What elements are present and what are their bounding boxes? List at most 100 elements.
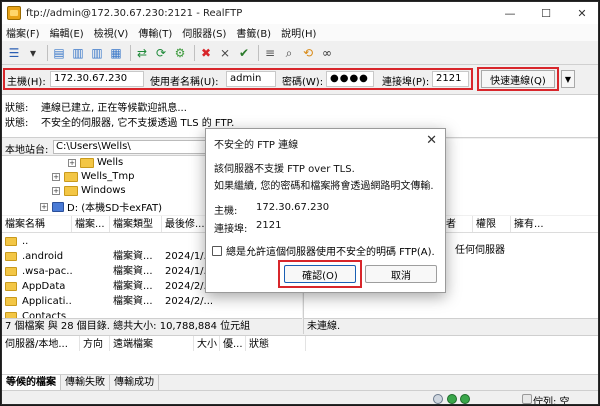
dropdown-arrow-icon[interactable]: ▾ [25, 45, 41, 61]
toolbar-separator [47, 44, 48, 61]
tab-failed-transfers[interactable]: 傳輸失敗 [61, 375, 110, 390]
column-filetype[interactable]: 檔案類型 [110, 216, 162, 232]
queue-column-direction[interactable]: 方向 [80, 336, 110, 351]
port-label: 連接埠(P): [382, 77, 430, 88]
toolbar: ☰ ▾ ▤ ▥ ▥ ▦ ⇄ ⟳ ⚙ ✖ ⨯ ✔ ≡ ⌕ ⟲ ∞ [2, 41, 598, 65]
tree-item-drive-d[interactable]: + D: (本機SD卡exFAT) [40, 199, 162, 214]
file-size [72, 309, 110, 318]
column-owner[interactable]: 擁有... [511, 216, 598, 232]
minimize-button[interactable]: — [492, 2, 528, 24]
expand-icon[interactable]: + [52, 186, 60, 195]
cancel-button[interactable]: 取消 [365, 265, 437, 283]
activity-status-icon [447, 394, 457, 404]
column-permissions[interactable]: 權限 [473, 216, 511, 232]
file-modified: 2024/2/... [165, 296, 214, 307]
queue-column-status[interactable]: 狀態 [246, 336, 306, 351]
file-size [72, 279, 110, 294]
menu-bookmarks[interactable]: 書籤(B) [236, 25, 271, 40]
expand-icon[interactable]: + [40, 202, 48, 211]
queue-status-text: 佇列: 空 [533, 397, 570, 405]
queue-column-server[interactable]: 伺服器/本地... [2, 336, 80, 351]
disconnect-icon[interactable]: ⨯ [217, 45, 233, 61]
tree-item-wells-tmp[interactable]: + Wells_Tmp [52, 171, 134, 182]
queue-column-remote[interactable]: 遠端檔案 [110, 336, 194, 351]
port-input[interactable]: 2121 [432, 71, 469, 87]
tree-item-label: Wells_Tmp [81, 171, 135, 182]
file-type [110, 234, 162, 249]
dialog-title: 不安全的 FTP 連線 [214, 140, 299, 151]
log-key: 狀態: [5, 103, 29, 114]
toggle-remote-tree-icon[interactable]: ▥ [89, 45, 105, 61]
tree-item-label: D: (本機SD卡exFAT) [67, 203, 162, 214]
toolbar-separator [130, 44, 131, 61]
tab-queued-files[interactable]: 等候的檔案 [2, 375, 61, 390]
dialog-port-label: 連接埠: [214, 224, 248, 235]
menu-transfer[interactable]: 傳輸(T) [138, 25, 172, 40]
folder-icon [80, 157, 94, 168]
queue-column-size[interactable]: 大小 [194, 336, 220, 351]
quickconnect-dropdown-icon[interactable]: ▼ [561, 70, 575, 88]
cancel-icon[interactable]: ✖ [198, 45, 214, 61]
toggle-queue-icon[interactable]: ▦ [108, 45, 124, 61]
menu-edit[interactable]: 編輯(E) [50, 25, 84, 40]
queue-list [2, 351, 598, 374]
quickconnect-button[interactable]: 快速連線(Q) [481, 70, 555, 88]
always-allow-checkbox[interactable] [212, 245, 222, 256]
column-filesize[interactable]: 檔案... [72, 216, 110, 232]
host-input[interactable]: 172.30.67.230 [50, 71, 144, 87]
title-bar: ftp://admin@172.30.67.230:2121 - RealFTP… [2, 2, 598, 24]
always-allow-checkbox-row[interactable]: 總是允許這個伺服器使用不安全的明碼 FTP(A). [212, 243, 435, 258]
menu-view[interactable]: 檢視(V) [94, 25, 129, 40]
process-queue-icon[interactable]: ⚙ [172, 45, 188, 61]
file-size [72, 234, 110, 249]
column-filename[interactable]: 檔案名稱 [2, 216, 72, 232]
username-input[interactable]: admin [226, 71, 276, 87]
folder-icon [5, 237, 17, 246]
reconnect-icon[interactable]: ✔ [236, 45, 252, 61]
menu-file[interactable]: 檔案(F) [6, 25, 40, 40]
folder-icon [64, 171, 78, 182]
refresh-icon[interactable]: ⟳ [153, 45, 169, 61]
ok-button[interactable]: 確認(O) [284, 265, 356, 283]
file-type: 檔案資... [113, 296, 153, 307]
filter-icon[interactable]: ≡ [262, 45, 278, 61]
tree-item-label: Windows [81, 185, 126, 196]
toggle-log-icon[interactable]: ▤ [51, 45, 67, 61]
menu-help[interactable]: 說明(H) [281, 25, 316, 40]
tree-item-wells[interactable]: + Wells [68, 157, 123, 168]
menu-server[interactable]: 伺服器(S) [182, 25, 226, 40]
search-icon[interactable]: ⌕ [281, 45, 297, 61]
password-input[interactable]: ●●●● [326, 71, 374, 87]
app-window: ftp://admin@172.30.67.230:2121 - RealFTP… [1, 1, 599, 405]
queue-column-priority[interactable]: 優... [220, 336, 246, 351]
dialog-port-value: 2121 [256, 220, 282, 231]
site-manager-icon[interactable]: ☰ [6, 45, 22, 61]
folder-icon [5, 297, 17, 306]
close-button[interactable]: ✕ [564, 2, 598, 24]
compare-icon[interactable]: ⟲ [300, 45, 316, 61]
expand-icon[interactable]: + [52, 172, 60, 181]
table-row[interactable]: Applicati... 檔案資... 2024/2/... [2, 294, 302, 309]
always-allow-label: 總是允許這個伺服器使用不安全的明碼 FTP(A). [226, 247, 435, 258]
toolbar-separator [194, 44, 195, 61]
activity-status-icon [460, 394, 470, 404]
dialog-message-line1: 該伺服器不支援 FTP over TLS. [214, 164, 355, 175]
local-path-label: 本地站台: [5, 145, 49, 156]
transfer-icon[interactable]: ⇄ [134, 45, 150, 61]
maximize-button[interactable]: ☐ [528, 2, 564, 24]
local-status-text: 7 個檔案 與 28 個目錄. 總共大小: 10,788,884 位元組 [2, 318, 302, 334]
expand-icon[interactable]: + [68, 158, 76, 167]
tree-item-label: Wells [97, 157, 124, 168]
file-modified [162, 309, 302, 318]
tab-successful-transfers[interactable]: 傳輸成功 [110, 375, 159, 390]
queue-header: 伺服器/本地... 方向 遠端檔案 大小 優... 狀態 [2, 335, 598, 351]
toggle-tree-icon[interactable]: ▥ [70, 45, 86, 61]
column-remote-prefix: 者 [443, 216, 473, 232]
queue-icon [522, 394, 532, 404]
table-row[interactable]: Contacts [2, 309, 302, 318]
binoculars-icon[interactable]: ∞ [319, 45, 335, 61]
file-size [72, 264, 110, 279]
app-logo-icon [7, 6, 21, 20]
tree-item-windows[interactable]: + Windows [52, 185, 126, 196]
dialog-close-icon[interactable]: ✕ [426, 133, 437, 148]
